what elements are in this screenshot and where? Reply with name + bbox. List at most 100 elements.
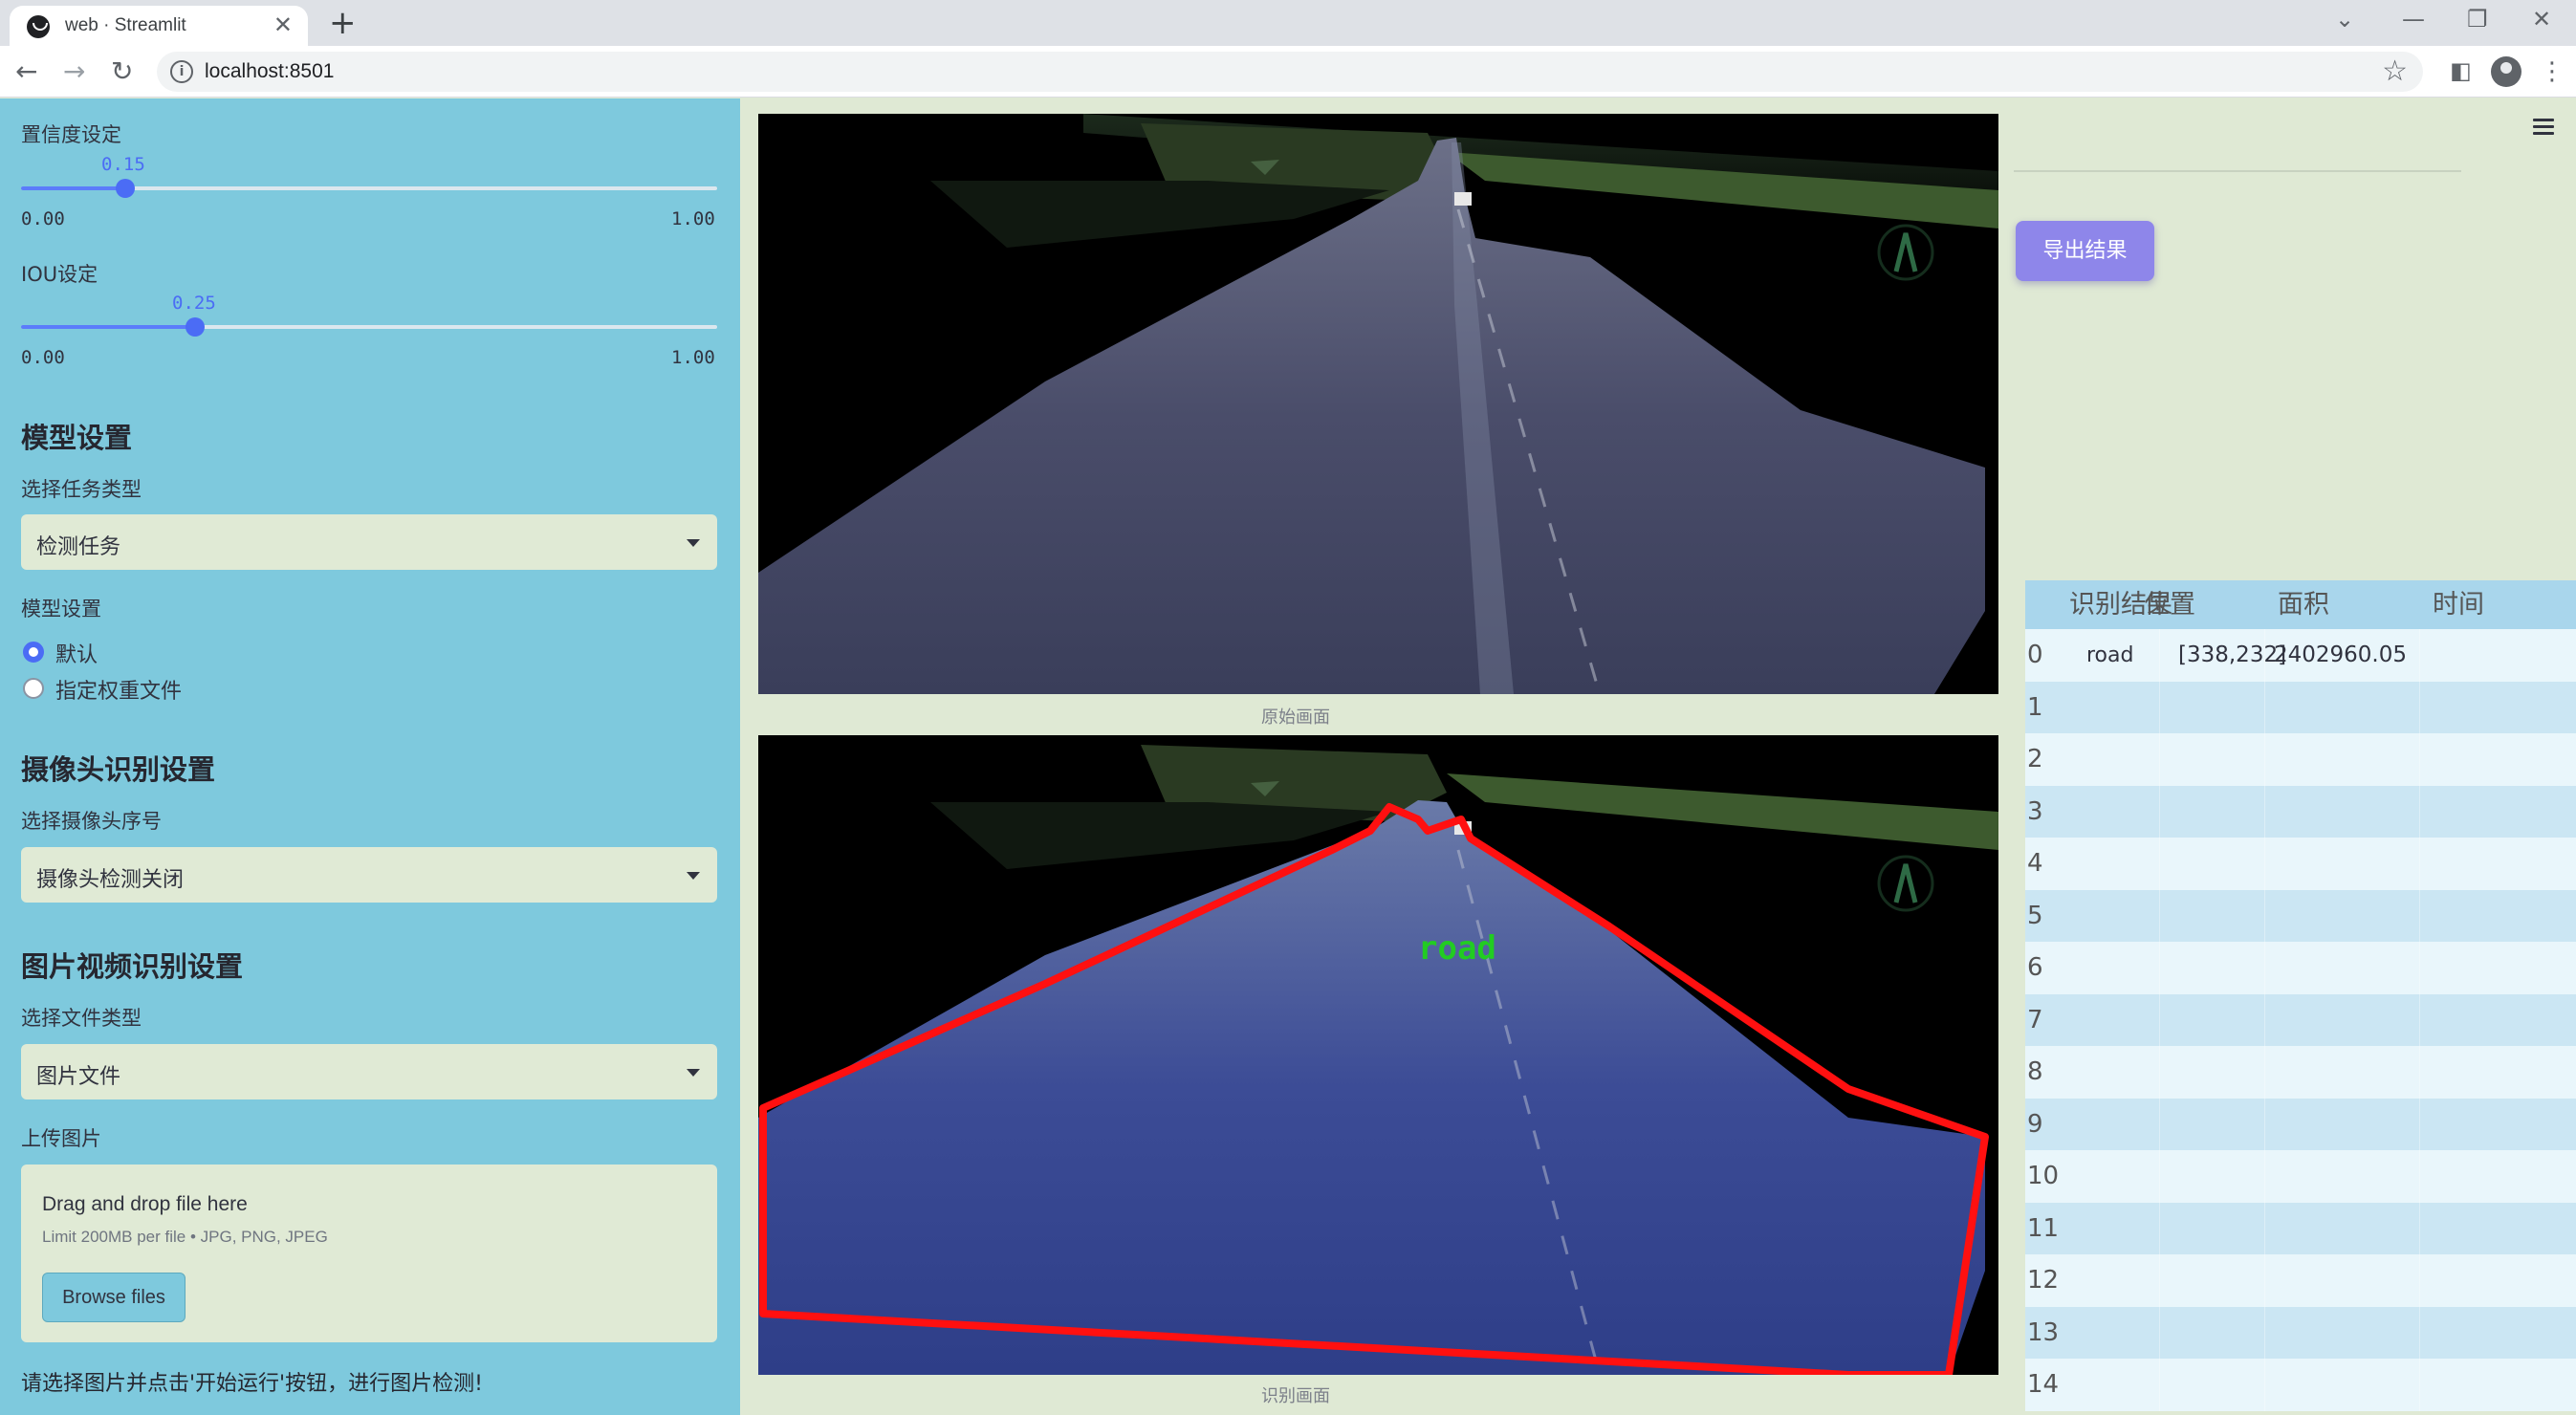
close-tab-icon[interactable]: ✕ [273,11,293,38]
camera-index-select[interactable]: 摄像头检测关闭 [21,847,717,903]
table-row[interactable]: 6 [2025,942,2576,994]
table-row[interactable]: 11 [2025,1202,2576,1255]
column-divider [2159,942,2160,994]
export-results-button[interactable]: 导出结果 [2016,221,2154,281]
table-row[interactable]: 8 [2025,1046,2576,1099]
table-row[interactable]: 10 [2025,1150,2576,1203]
column-divider [2419,1254,2420,1307]
tab-title: web · Streamlit [65,15,186,35]
side-panel-icon[interactable]: ◧ [2450,57,2472,84]
row-index: 9 [2027,1109,2043,1139]
column-divider [2159,1098,2160,1151]
column-divider [2264,1254,2265,1307]
column-divider [2264,942,2265,994]
header-position[interactable]: 位置 [2144,580,2195,629]
forward-icon[interactable]: → [63,55,85,87]
result-image: road [758,735,1998,1375]
address-bar[interactable]: i localhost:8501 ☆ [157,52,2423,92]
column-divider [2159,889,2160,943]
task-type-select[interactable]: 检测任务 [21,514,717,570]
iou-slider-thumb[interactable] [186,317,205,337]
row-index: 4 [2027,849,2043,878]
table-row[interactable]: 7 [2025,993,2576,1047]
confidence-slider[interactable] [21,179,717,198]
radio-default-label[interactable]: 默认 [55,638,98,668]
close-window-icon[interactable]: ✕ [2532,6,2551,33]
reload-icon[interactable]: ↻ [111,55,133,87]
cell-result: road [2086,643,2134,667]
header-area[interactable]: 面积 [2278,580,2329,629]
column-divider [2264,1150,2265,1203]
column-divider [2159,681,2160,734]
file-type-select[interactable]: 图片文件 [21,1044,717,1099]
column-divider [2419,889,2420,943]
bookmark-star-icon[interactable]: ☆ [2382,54,2408,88]
column-divider [2419,942,2420,994]
header-time[interactable]: 时间 [2433,580,2484,629]
radio-custom-weights[interactable] [23,678,44,699]
iou-slider[interactable] [21,317,717,337]
iou-min: 0.00 [21,347,65,368]
iou-max: 1.00 [671,347,715,368]
column-divider [2264,1202,2265,1255]
confidence-slider-fill [21,186,125,190]
table-row[interactable]: 4 [2025,838,2576,890]
column-divider [2419,1098,2420,1151]
table-header: 识别结果 位置 面积 时间 [2025,580,2576,629]
table-row[interactable]: 5 [2025,889,2576,943]
table-row[interactable]: 1 [2025,681,2576,734]
row-index: 14 [2027,1370,2060,1399]
chevron-down-icon [687,1069,700,1077]
row-index: 3 [2027,796,2043,826]
upload-label: 上传图片 [21,1127,101,1150]
table-row[interactable]: 0 road [338,232] 2402960.05 [2025,629,2576,682]
column-divider [2419,1306,2420,1360]
table-row[interactable]: 14 [2025,1359,2576,1411]
column-divider [2264,681,2265,734]
column-divider [2159,838,2160,890]
back-icon[interactable]: ← [15,55,37,87]
column-divider [2159,1046,2160,1099]
hamburger-menu-icon[interactable] [2533,119,2554,135]
tab-search-chevron-icon[interactable]: ⌄ [2335,6,2354,33]
confidence-value: 0.15 [101,154,145,175]
column-divider [2419,629,2420,682]
column-divider [2419,993,2420,1047]
column-divider [2264,1359,2265,1411]
camera-section-title: 摄像头识别设置 [21,753,216,786]
streamlit-favicon-icon [27,15,50,38]
model-section-title: 模型设置 [21,422,133,454]
dropzone-text: Drag and drop file here [42,1193,248,1215]
column-divider [2419,681,2420,734]
column-divider [2159,785,2160,838]
column-divider [2159,1306,2160,1360]
table-row[interactable]: 2 [2025,733,2576,786]
file-dropzone[interactable]: Drag and drop file here Limit 200MB per … [21,1165,717,1342]
chevron-down-icon [687,872,700,880]
browser-menu-icon[interactable]: ⋮ [2540,57,2565,86]
column-divider [2159,1359,2160,1411]
row-index: 13 [2027,1317,2060,1347]
radio-custom-weights-label[interactable]: 指定权重文件 [55,674,182,705]
table-row[interactable]: 9 [2025,1098,2576,1151]
restore-icon[interactable]: ❐ [2467,6,2488,33]
profile-avatar-icon[interactable] [2491,56,2521,87]
site-info-icon[interactable]: i [170,60,193,83]
new-tab-icon[interactable]: + [329,4,357,42]
row-index: 12 [2027,1266,2060,1295]
browser-tab-bar: web · Streamlit ✕ + ⌄ — ❐ ✕ [0,0,2576,46]
url-text[interactable]: localhost:8501 [205,60,334,83]
confidence-slider-thumb[interactable] [116,179,135,198]
row-index: 8 [2027,1057,2043,1086]
table-row[interactable]: 13 [2025,1306,2576,1360]
column-divider [2264,733,2265,786]
instruction-text: 请选择图片并点击'开始运行'按钮，进行图片检测! [21,1372,483,1396]
table-row[interactable]: 12 [2025,1254,2576,1307]
minimize-icon[interactable]: — [2402,6,2425,33]
browser-tab[interactable]: web · Streamlit ✕ [10,6,308,46]
browse-files-button[interactable]: Browse files [42,1273,186,1322]
column-divider [2264,785,2265,838]
radio-default[interactable] [23,642,44,663]
column-divider [2264,889,2265,943]
table-row[interactable]: 3 [2025,785,2576,838]
